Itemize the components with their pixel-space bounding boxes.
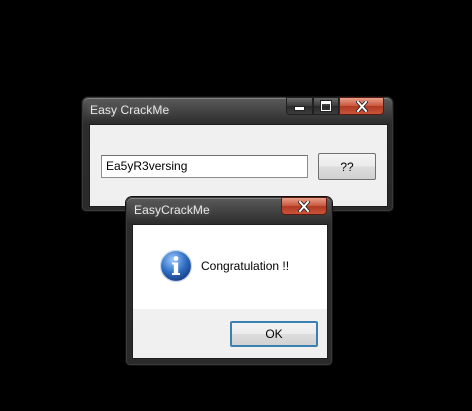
main-window: Easy CrackMe Ea5yR3versing ?? [82,97,393,211]
dialog-close-button[interactable] [281,197,327,215]
dialog-title: EasyCrackMe [134,203,210,217]
dialog-message: Congratulation !! [201,259,290,273]
main-window-title: Easy CrackMe [90,103,170,117]
maximize-button[interactable] [313,97,339,115]
close-icon [298,200,310,212]
check-button[interactable]: ?? [318,153,376,180]
minimize-icon [294,106,305,111]
close-icon [355,100,368,112]
ok-button[interactable]: OK [230,321,318,347]
close-button[interactable] [339,97,384,115]
dialog-client: Congratulation !! OK [132,224,328,359]
main-window-client: Ea5yR3versing ?? [89,124,388,207]
dialog-footer: OK [133,309,327,358]
message-dialog: EasyCrackMe Congratulation !! OK [126,197,332,365]
minimize-button[interactable] [286,97,313,115]
serial-input[interactable]: Ea5yR3versing [101,155,308,178]
info-icon [159,249,193,283]
maximize-icon [320,100,332,112]
